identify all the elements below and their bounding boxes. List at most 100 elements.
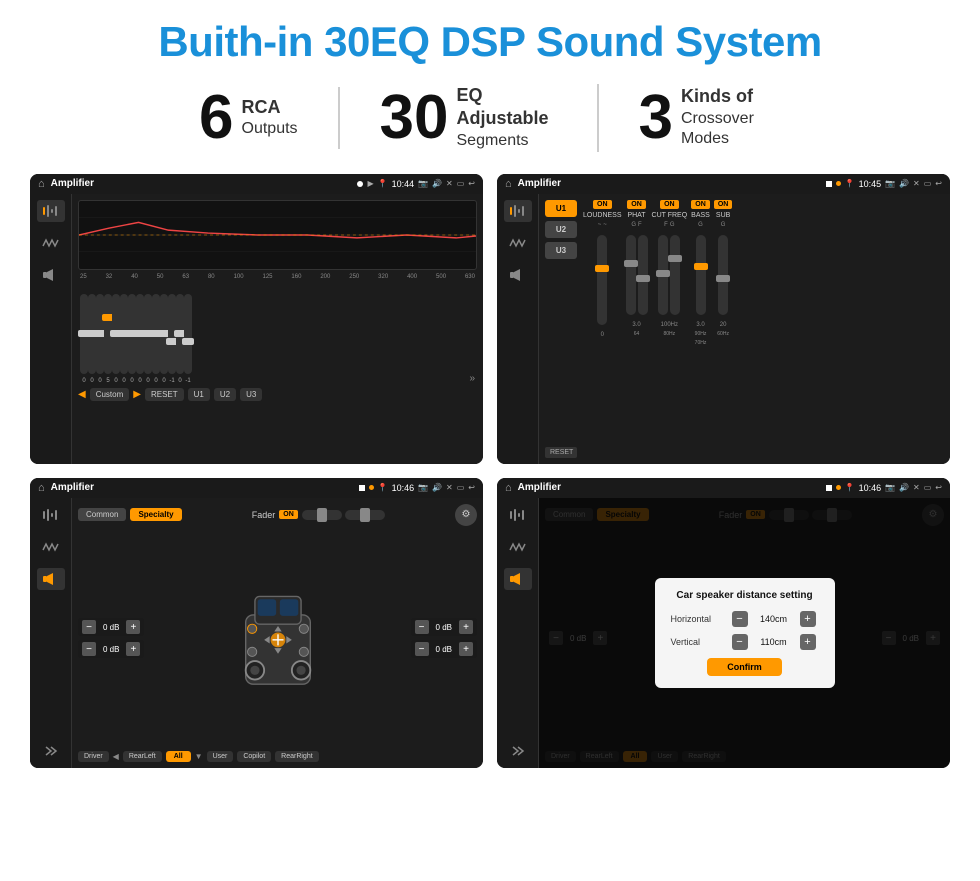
loudness-slider[interactable] <box>597 235 607 325</box>
eq-band-4[interactable]: 5 <box>104 294 112 384</box>
close-icon-fader[interactable]: ✕ <box>446 483 453 492</box>
db-minus-rl[interactable]: − <box>82 642 96 656</box>
bass-on[interactable]: ON <box>691 200 710 209</box>
db-control-rr: − 0 dB + <box>411 640 477 658</box>
loudness-on[interactable]: ON <box>593 200 612 209</box>
rearleft-button[interactable]: RearLeft <box>123 751 162 762</box>
speaker-sidebar-icon-dist[interactable] <box>504 568 532 590</box>
eq-sidebar-icon-fader[interactable] <box>37 504 65 526</box>
common-tab[interactable]: Common <box>78 508 126 521</box>
cutfreq-slider-g[interactable] <box>670 235 680 315</box>
db-plus-fr[interactable]: + <box>459 620 473 634</box>
expand-sidebar-icon-dist[interactable] <box>504 740 532 762</box>
fader-slider-h1[interactable] <box>302 510 342 520</box>
play-icon[interactable]: ▶ <box>367 179 373 188</box>
eq-band-5[interactable]: 0 <box>112 294 120 384</box>
back-icon-dist[interactable]: ↩ <box>935 483 942 492</box>
db-plus-rr[interactable]: + <box>459 642 473 656</box>
vertical-plus[interactable]: + <box>800 634 816 650</box>
eq-band-8[interactable]: 0 <box>136 294 144 384</box>
speaker-sidebar-icon-fader[interactable] <box>37 568 65 590</box>
horizontal-plus[interactable]: + <box>800 611 816 627</box>
vertical-label: Vertical <box>671 637 726 647</box>
eq-sidebar-icon[interactable] <box>37 200 65 222</box>
wave-sidebar-icon-dist[interactable] <box>504 536 532 558</box>
loudness-title: LOUDNESS <box>583 212 622 219</box>
u3-button-eq[interactable]: U3 <box>240 388 262 401</box>
close-icon-dist[interactable]: ✕ <box>913 483 920 492</box>
fader-main: − 0 dB + − 0 dB + <box>78 530 477 747</box>
driver-button[interactable]: Driver <box>78 751 109 762</box>
eq-band-2[interactable]: 0 <box>88 294 96 384</box>
screenshots-grid: ⌂ Amplifier ▶ 📍 10:44 📷 🔊 ✕ ▭ ↩ <box>30 174 950 768</box>
confirm-button[interactable]: Confirm <box>707 658 782 676</box>
db-plus-rl[interactable]: + <box>126 642 140 656</box>
sub-slider[interactable] <box>718 235 728 315</box>
status-icons-dist: 📍 10:46 📷 🔊 ✕ ▭ ↩ <box>826 483 942 493</box>
phat-slider-f[interactable] <box>638 235 648 315</box>
home-icon-cross[interactable]: ⌂ <box>505 178 512 190</box>
play-button[interactable]: ▶ <box>133 389 141 400</box>
back-icon[interactable]: ↩ <box>468 179 475 188</box>
expand-sidebar-icon[interactable] <box>37 740 65 762</box>
sub-on[interactable]: ON <box>714 200 733 209</box>
db-plus-fl[interactable]: + <box>126 620 140 634</box>
expand-icon[interactable]: » <box>469 373 475 384</box>
back-icon-fader[interactable]: ↩ <box>468 483 475 492</box>
fader-slider-h2[interactable] <box>345 510 385 520</box>
db-minus-rr[interactable]: − <box>415 642 429 656</box>
eq-band-1[interactable]: 0 <box>80 294 88 384</box>
eq-band-14[interactable]: -1 <box>184 294 192 384</box>
close-icon[interactable]: ✕ <box>446 179 453 188</box>
prev-button[interactable]: ◀ <box>78 389 86 400</box>
vertical-minus[interactable]: − <box>732 634 748 650</box>
u1-button-eq[interactable]: U1 <box>188 388 210 401</box>
home-icon-fader[interactable]: ⌂ <box>38 482 45 494</box>
u1-preset[interactable]: U1 <box>545 200 577 217</box>
cutfreq-val: 100Hz <box>661 322 678 328</box>
fader-on-badge[interactable]: ON <box>279 510 298 519</box>
eq-band-6[interactable]: 0 <box>120 294 128 384</box>
wave-sidebar-icon-fader[interactable] <box>37 536 65 558</box>
all-button[interactable]: All <box>166 751 191 762</box>
preset-custom[interactable]: Custom <box>90 388 130 401</box>
eq-band-10[interactable]: 0 <box>152 294 160 384</box>
page-title: Buith-in 30EQ DSP Sound System <box>30 18 950 66</box>
stat-number-eq: 30 <box>380 87 449 149</box>
eq-sidebar-icon-cross[interactable] <box>504 200 532 222</box>
u3-preset[interactable]: U3 <box>545 242 577 259</box>
eq-sidebar-icon-dist[interactable] <box>504 504 532 526</box>
app-title-fader: Amplifier <box>51 482 353 493</box>
rearright-button[interactable]: RearRight <box>275 751 319 762</box>
wave-sidebar-icon-cross[interactable] <box>504 232 532 254</box>
eq-band-3[interactable]: 0 <box>96 294 104 384</box>
screen-body-dist: Common Specialty Fader ON ⚙ <box>497 498 950 768</box>
cutfreq-on[interactable]: ON <box>660 200 679 209</box>
user-button[interactable]: User <box>207 751 234 762</box>
bass-slider[interactable] <box>696 235 706 315</box>
horizontal-minus[interactable]: − <box>732 611 748 627</box>
phat-on[interactable]: ON <box>627 200 646 209</box>
cutfreq-slider-f[interactable] <box>658 235 668 315</box>
eq-band-9[interactable]: 0 <box>144 294 152 384</box>
wave-sidebar-icon[interactable] <box>37 232 65 254</box>
copilot-button[interactable]: Copilot <box>237 751 271 762</box>
back-icon-cross[interactable]: ↩ <box>935 179 942 188</box>
volume-icon: 🔊 <box>432 179 442 188</box>
reset-cross[interactable]: RESET <box>545 447 577 458</box>
eq-band-7[interactable]: 0 <box>128 294 136 384</box>
home-icon-dist[interactable]: ⌂ <box>505 482 512 494</box>
reset-button-eq[interactable]: RESET <box>145 388 184 401</box>
home-icon[interactable]: ⌂ <box>38 178 45 190</box>
settings-icon[interactable]: ⚙ <box>455 504 477 526</box>
speaker-sidebar-icon[interactable] <box>37 264 65 286</box>
db-minus-fr[interactable]: − <box>415 620 429 634</box>
db-minus-fl[interactable]: − <box>82 620 96 634</box>
u2-button-eq[interactable]: U2 <box>214 388 236 401</box>
speaker-sidebar-icon-cross[interactable] <box>504 264 532 286</box>
u2-preset[interactable]: U2 <box>545 221 577 238</box>
eq-band-12[interactable]: -1 <box>168 294 176 384</box>
close-icon-cross[interactable]: ✕ <box>913 179 920 188</box>
phat-slider-g[interactable] <box>626 235 636 315</box>
specialty-tab[interactable]: Specialty <box>130 508 181 521</box>
